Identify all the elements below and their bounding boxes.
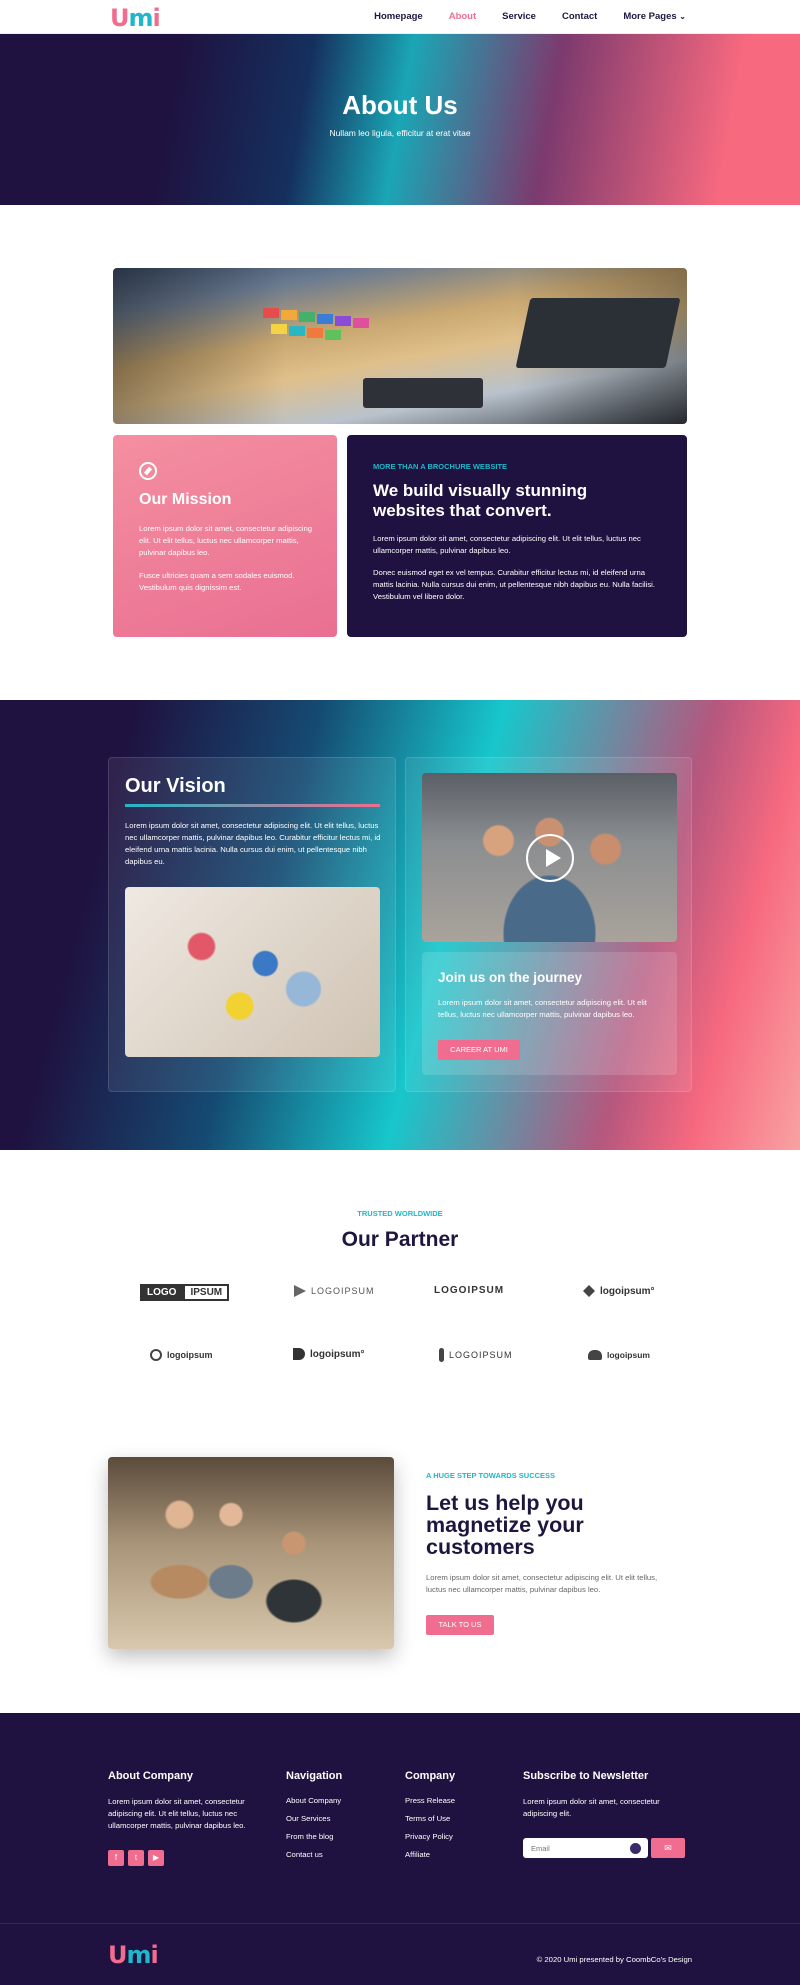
- partner-logo-text: LOGOIPSUM: [434, 1285, 505, 1296]
- facebook-icon[interactable]: f: [108, 1850, 124, 1866]
- logo-letter: U: [108, 1941, 127, 1969]
- partner-logo[interactable]: LOGOIPSUM: [140, 1284, 230, 1301]
- play-icon[interactable]: [526, 834, 574, 882]
- help-kicker: A HUGE STEP TOWARDS SUCCESS: [426, 1471, 556, 1480]
- footer-link[interactable]: Terms of Use: [405, 1814, 450, 1823]
- logo-letter: i: [152, 4, 161, 32]
- copyright-text: © 2020 Umi presented by CoombCo's Design: [536, 1955, 692, 1964]
- help-text: Lorem ipsum dolor sit amet, consectetur …: [426, 1573, 658, 1594]
- mission-card: Our Mission Lorem ipsum dolor sit amet, …: [113, 435, 337, 637]
- team-meeting-image: [125, 887, 380, 1057]
- page-title: About Us: [342, 90, 458, 120]
- vision-title: Our Vision: [125, 775, 226, 797]
- compass-icon: [139, 462, 157, 480]
- hero-subtitle: Nullam leo ligula, efficitur at erat vit…: [329, 128, 471, 138]
- partner-logo-text: IPSUM: [183, 1284, 230, 1301]
- footer-newsletter-title: Subscribe to Newsletter: [523, 1770, 649, 1782]
- send-icon[interactable]: ✉: [651, 1838, 685, 1858]
- nav-homepage[interactable]: Homepage: [374, 11, 423, 22]
- brochure-paragraph: Lorem ipsum dolor sit amet, consectetur …: [373, 534, 641, 555]
- brochure-paragraph: Donec euismod eget ex vel tempus. Curabi…: [373, 568, 656, 601]
- talk-to-us-button[interactable]: TALK TO US: [426, 1615, 494, 1635]
- footer-link[interactable]: From the blog: [286, 1832, 333, 1841]
- mission-title: Our Mission: [139, 491, 232, 508]
- footer-link[interactable]: Press Release: [405, 1796, 455, 1805]
- nav-service[interactable]: Service: [502, 11, 536, 22]
- team-video-thumbnail[interactable]: [422, 773, 677, 942]
- brochure-card: MORE THAN A BROCHURE WEBSITE We build vi…: [347, 435, 687, 637]
- partners-title: Our Partner: [341, 1228, 459, 1251]
- footer-link[interactable]: Our Services: [286, 1814, 330, 1823]
- partner-logo-text: logoipsum: [167, 1350, 213, 1360]
- twitter-icon[interactable]: t: [128, 1850, 144, 1866]
- journey-card: Join us on the journey Lorem ipsum dolor…: [405, 757, 692, 1092]
- journey-text: Lorem ipsum dolor sit amet, consectetur …: [438, 998, 647, 1019]
- brochure-title: We build visually stunning websites that…: [373, 481, 588, 520]
- partner-logo[interactable]: LOGOIPSUM: [434, 1285, 504, 1296]
- partner-mark-icon: [583, 1285, 595, 1297]
- brochure-kicker: MORE THAN A BROCHURE WEBSITE: [373, 462, 508, 471]
- footer-about-text: Lorem ipsum dolor sit amet, consectetur …: [108, 1797, 246, 1830]
- partner-logo-text: logoipsum°: [310, 1348, 365, 1360]
- partner-logo-text: logoipsum°: [600, 1285, 655, 1297]
- nav-about[interactable]: About: [449, 11, 476, 22]
- main-nav: Homepage About Service Contact More Page…: [348, 11, 686, 22]
- footer-logo[interactable]: Umi: [108, 1941, 159, 1969]
- partner-logo[interactable]: logoipsum°: [293, 1348, 365, 1360]
- youtube-icon[interactable]: ▶: [148, 1850, 164, 1866]
- footer-about-title: About Company: [108, 1770, 193, 1782]
- email-verify-icon: [630, 1843, 641, 1854]
- footer-link[interactable]: Contact us: [286, 1850, 323, 1859]
- partner-mark-icon: [439, 1348, 444, 1362]
- footer-company-title: Company: [405, 1770, 456, 1782]
- team-office-image: [108, 1457, 394, 1649]
- partner-logo[interactable]: logoipsum°: [583, 1285, 655, 1297]
- partner-logo[interactable]: logoipsum: [150, 1349, 213, 1361]
- logo-letter: U: [110, 4, 129, 32]
- site-footer: About Company Lorem ipsum dolor sit amet…: [0, 1713, 800, 1985]
- partners-kicker: TRUSTED WORLDWIDE: [357, 1209, 443, 1218]
- partner-logo-text: LOGO: [140, 1284, 184, 1301]
- mission-paragraph: Lorem ipsum dolor sit amet, consectetur …: [139, 524, 313, 557]
- partner-mark-icon: [150, 1349, 162, 1361]
- footer-link[interactable]: Privacy Policy: [405, 1832, 453, 1841]
- footer-navigation-title: Navigation: [286, 1770, 343, 1782]
- footer-link[interactable]: Affiliate: [405, 1850, 430, 1859]
- logo-letter: i: [150, 1941, 159, 1969]
- mission-paragraph: Fusce ultricies quam a sem sodales euism…: [139, 571, 295, 592]
- nav-contact[interactable]: Contact: [562, 11, 597, 22]
- footer-divider: [0, 1923, 800, 1924]
- partner-mark-icon: [293, 1348, 305, 1360]
- nav-more-pages[interactable]: More Pages ⌄: [623, 11, 686, 22]
- site-logo[interactable]: Umi: [110, 4, 161, 32]
- logo-letter: m: [128, 4, 154, 32]
- footer-link[interactable]: About Company: [286, 1796, 341, 1805]
- partner-logo-text: LOGOIPSUM: [311, 1286, 375, 1296]
- nav-more-pages-label: More Pages: [623, 11, 677, 22]
- partner-mark-icon: [588, 1350, 602, 1360]
- chevron-down-icon: ⌄: [679, 12, 686, 21]
- partner-logo[interactable]: logoipsum: [588, 1350, 650, 1360]
- journey-box: Join us on the journey Lorem ipsum dolor…: [422, 952, 677, 1075]
- help-title: Let us help you magnetize your customers: [426, 1491, 584, 1559]
- partner-mark-icon: [294, 1285, 306, 1297]
- logo-letter: m: [126, 1941, 152, 1969]
- footer-newsletter-text: Lorem ipsum dolor sit amet, consectetur …: [523, 1797, 660, 1818]
- designer-desk-image: [113, 268, 687, 424]
- partner-logo-text: logoipsum: [607, 1350, 650, 1360]
- partner-logo-text: LOGOIPSUM: [449, 1350, 513, 1360]
- vision-card: Our Vision Lorem ipsum dolor sit amet, c…: [108, 757, 396, 1092]
- vision-text: Lorem ipsum dolor sit amet, consectetur …: [125, 821, 381, 866]
- site-header: Umi Homepage About Service Contact More …: [0, 0, 800, 34]
- partner-logo[interactable]: LOGOIPSUM: [439, 1348, 513, 1362]
- gradient-divider: [125, 804, 380, 807]
- journey-title: Join us on the journey: [438, 970, 583, 985]
- career-button[interactable]: CAREER AT UMI: [438, 1040, 520, 1060]
- partner-logo[interactable]: LOGOIPSUM: [294, 1285, 375, 1297]
